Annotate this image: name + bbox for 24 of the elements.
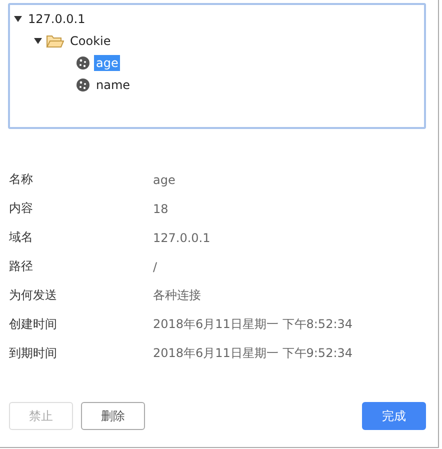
tree-item[interactable]: Cookie xyxy=(68,33,113,49)
tree-item[interactable]: name xyxy=(94,77,132,93)
caret-icon[interactable] xyxy=(34,38,42,44)
field-label: 域名 xyxy=(8,229,34,246)
field-value: age xyxy=(153,172,176,186)
action-button[interactable]: 删除 xyxy=(81,402,145,430)
field-label: 路径 xyxy=(8,258,34,275)
done-button[interactable]: 完成 xyxy=(362,402,426,430)
field-value: 18 xyxy=(153,202,168,216)
field-value: 2018年6月11日星期一 下午8:52:34 xyxy=(153,316,353,333)
field-value: 各种连接 xyxy=(153,287,201,304)
field-label: 名称 xyxy=(8,171,34,188)
field-value: 127.0.0.1 xyxy=(153,230,210,244)
field-label: 为何发送 xyxy=(8,287,58,304)
tree-item[interactable]: 127.0.0.1 xyxy=(26,11,88,27)
caret-icon[interactable] xyxy=(14,16,22,22)
folder-icon xyxy=(46,34,64,48)
field-value: 2018年6月11日星期一 下午9:52:34 xyxy=(153,345,353,362)
field-value: / xyxy=(153,260,158,274)
field-label: 创建时间 xyxy=(8,316,58,333)
field-label: 内容 xyxy=(8,200,34,217)
field-label: 到期时间 xyxy=(8,345,58,362)
cookie-icon xyxy=(76,56,90,70)
cookie-icon xyxy=(76,78,90,92)
